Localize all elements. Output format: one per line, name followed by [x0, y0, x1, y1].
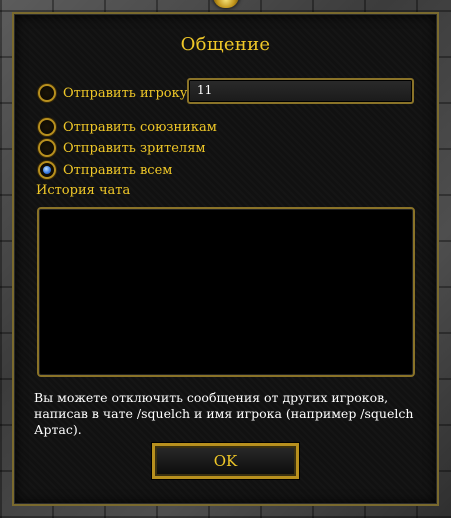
radio-send-to-observers[interactable] [38, 139, 56, 157]
radio-send-to-allies[interactable] [38, 118, 56, 136]
radio-send-to-player[interactable] [38, 84, 56, 102]
send-to-allies-label: Отправить союзникам [63, 119, 217, 135]
squelch-help-text: Вы можете отключить сообщения от других … [34, 390, 414, 437]
radio-send-to-all[interactable] [38, 161, 56, 179]
send-to-all-option[interactable]: Отправить всем [38, 160, 172, 180]
send-to-allies-option[interactable]: Отправить союзникам [38, 117, 217, 137]
send-to-player-label: Отправить игроку [63, 85, 188, 101]
ok-button[interactable]: OK [152, 443, 299, 479]
send-to-observers-option[interactable]: Отправить зрителям [38, 138, 206, 158]
send-to-all-label: Отправить всем [63, 162, 173, 178]
player-name-input[interactable]: 11 [187, 78, 414, 104]
chat-history-label: История чата [36, 183, 131, 198]
dialog-title: Общение [180, 34, 271, 55]
send-to-observers-label: Отправить зрителям [63, 140, 206, 156]
send-to-player-option[interactable]: Отправить игроку [38, 83, 187, 103]
chat-history-box[interactable] [37, 207, 415, 377]
